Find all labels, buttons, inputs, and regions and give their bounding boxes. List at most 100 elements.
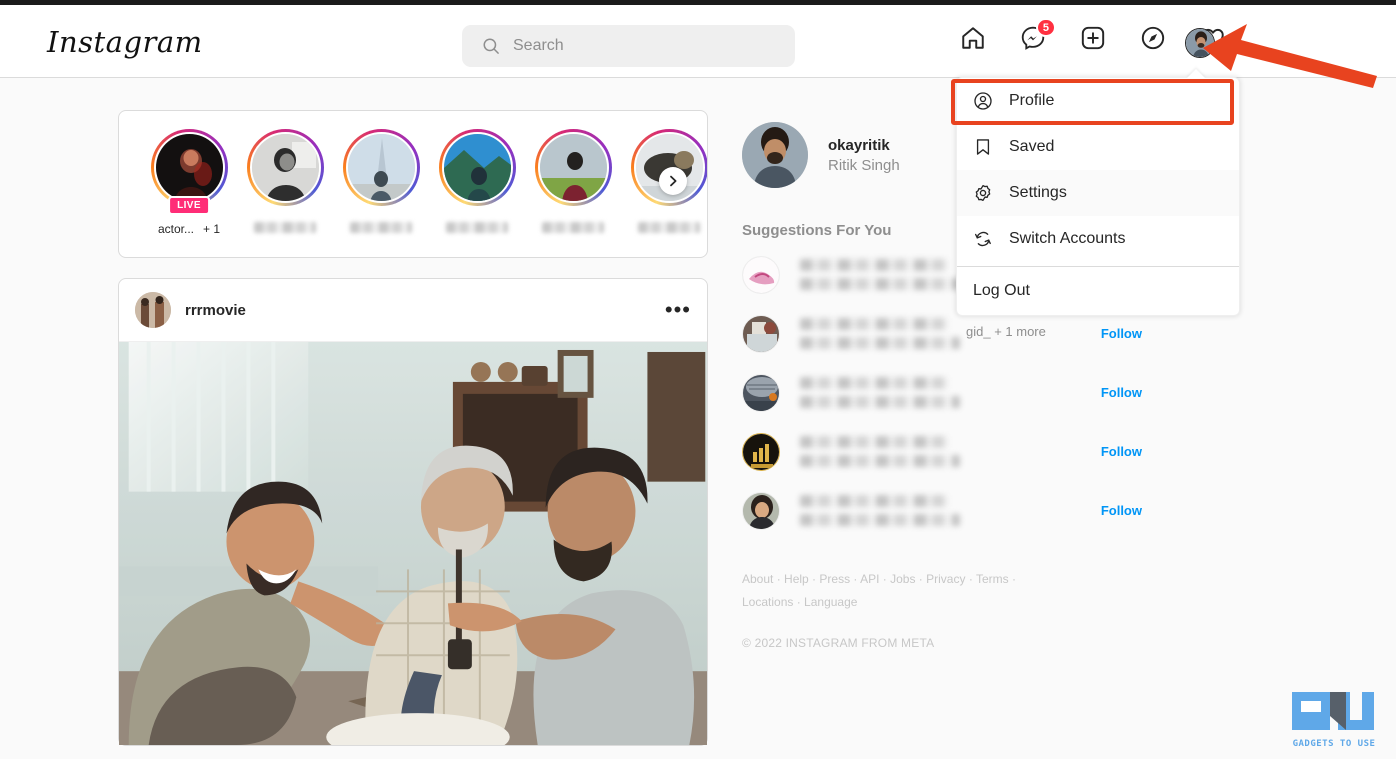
story-ring: LIVE xyxy=(150,129,228,215)
suggestion-avatar[interactable] xyxy=(742,255,780,294)
menu-item-switch-accounts[interactable]: Switch Accounts xyxy=(957,216,1239,262)
suggestion-subtitle-blurred xyxy=(800,396,960,408)
menu-item-settings-label: Settings xyxy=(1009,184,1067,201)
story-thumbnail xyxy=(441,132,513,203)
story-ring xyxy=(438,129,516,206)
story-item[interactable]: LIVE actor... + 1 xyxy=(141,129,237,236)
stories-next-button[interactable] xyxy=(659,167,687,195)
current-user-text: okayritik Ritik Singh xyxy=(828,137,900,174)
suggestion-username-blurred xyxy=(800,495,948,507)
menu-item-logout-label: Log Out xyxy=(973,282,1030,299)
post-image[interactable] xyxy=(119,341,707,745)
menu-item-logout[interactable]: Log Out xyxy=(957,267,1239,315)
footer-link-api[interactable]: API xyxy=(860,572,879,586)
watermark: GADGETS TO USE xyxy=(1288,690,1380,749)
live-badge: LIVE xyxy=(168,196,210,215)
profile-dropdown-menu: Profile Saved Settings Switch Accounts L… xyxy=(956,69,1240,316)
suggestion-avatar[interactable] xyxy=(742,432,780,471)
gear-icon xyxy=(975,185,991,201)
footer-link-terms[interactable]: Terms xyxy=(976,572,1009,586)
story-label-blurred xyxy=(446,222,508,233)
footer-link-locations[interactable]: Locations xyxy=(742,595,793,609)
menu-item-profile-label: Profile xyxy=(1009,92,1055,109)
post-author-avatar[interactable] xyxy=(135,292,171,328)
story-thumbnail xyxy=(345,132,417,203)
gadgets-to-use-logo-icon xyxy=(1292,692,1374,730)
footer-link-jobs[interactable]: Jobs xyxy=(890,572,915,586)
story-label-blurred xyxy=(542,222,604,233)
follow-button[interactable]: Follow xyxy=(1101,503,1142,518)
follow-button[interactable]: Follow xyxy=(1101,444,1142,459)
search-input[interactable]: Search xyxy=(462,25,795,67)
story-label-blurred xyxy=(638,222,700,233)
instagram-logo[interactable]: Instagram xyxy=(47,25,203,59)
story-item[interactable] xyxy=(429,129,525,233)
suggestion-meta xyxy=(800,436,1101,467)
story-item[interactable] xyxy=(525,129,621,233)
follow-button[interactable]: Follow xyxy=(1101,385,1142,400)
menu-item-saved[interactable]: Saved xyxy=(957,124,1239,170)
current-user-avatar[interactable] xyxy=(742,122,808,188)
home-icon[interactable] xyxy=(960,25,986,51)
suggestion-avatar[interactable] xyxy=(742,314,780,353)
story-label-blurred xyxy=(254,222,316,233)
suggestion-subtitle-blurred xyxy=(800,514,960,526)
suggestion-row: Follow xyxy=(742,422,1162,481)
suggestion-username-blurred xyxy=(800,377,948,389)
story-thumbnail xyxy=(153,132,225,203)
post-options-button[interactable]: ••• xyxy=(665,299,691,321)
suggestion-meta: gid_ + 1 more xyxy=(800,318,1101,349)
footer-link-about[interactable]: About xyxy=(742,572,773,586)
footer-link-help[interactable]: Help xyxy=(784,572,809,586)
suggestion-subtitle-blurred xyxy=(800,337,960,349)
search-placeholder: Search xyxy=(513,37,564,54)
instagram-web-page: Instagram Search 5 Profile Saved Setting… xyxy=(0,0,1396,759)
bookmark-icon xyxy=(976,139,990,155)
compass-icon[interactable] xyxy=(1140,25,1166,51)
story-label-blurred xyxy=(350,222,412,233)
suggestion-extra: gid_ + 1 more xyxy=(966,324,1046,339)
suggestion-subtitle-blurred xyxy=(800,455,960,467)
story-ring xyxy=(246,129,324,206)
suggestion-meta xyxy=(800,377,1101,408)
person-circle-icon xyxy=(974,92,992,110)
post-header: rrrmovie ••• xyxy=(119,279,707,341)
messenger-icon[interactable]: 5 xyxy=(1020,18,1056,51)
annotation-arrow xyxy=(1203,24,1377,88)
post-author-username[interactable]: rrrmovie xyxy=(185,302,246,319)
story-thumbnail xyxy=(249,132,321,203)
suggestion-username-blurred xyxy=(800,259,948,271)
search-icon xyxy=(483,38,499,54)
chevron-right-icon xyxy=(670,175,677,187)
story-thumbnail xyxy=(537,132,609,203)
suggestion-username-blurred xyxy=(800,436,948,448)
story-ring xyxy=(342,129,420,206)
current-fullname: Ritik Singh xyxy=(828,156,900,174)
suggestion-row: Follow xyxy=(742,363,1162,422)
top-navigation-bar: Instagram Search 5 xyxy=(0,5,1396,78)
plus-square-icon[interactable] xyxy=(1080,25,1106,51)
menu-item-settings[interactable]: Settings xyxy=(957,170,1239,216)
footer-links: About · Help · Press · API · Jobs · Priv… xyxy=(742,572,1016,609)
footer-link-privacy[interactable]: Privacy xyxy=(926,572,965,586)
story-extra-count: + 1 xyxy=(203,222,221,236)
footer-link-language[interactable]: Language xyxy=(804,595,857,609)
footer-link-press[interactable]: Press xyxy=(819,572,850,586)
story-item[interactable] xyxy=(237,129,333,233)
suggestion-avatar[interactable] xyxy=(742,491,780,530)
current-username[interactable]: okayritik xyxy=(828,137,900,154)
watermark-text: GADGETS TO USE xyxy=(1292,739,1376,749)
menu-item-saved-label: Saved xyxy=(1009,138,1055,155)
suggestion-username-blurred xyxy=(800,318,948,330)
suggestion-meta xyxy=(800,495,1101,526)
follow-button[interactable]: Follow xyxy=(1101,326,1142,341)
feed-post: rrrmovie ••• xyxy=(118,278,708,746)
story-label: actor... xyxy=(157,222,194,236)
switch-arrows-icon xyxy=(975,231,991,247)
story-item[interactable] xyxy=(333,129,429,233)
suggestion-avatar[interactable] xyxy=(742,373,780,412)
sidebar-footer: About · Help · Press · API · Jobs · Priv… xyxy=(742,568,1062,650)
main-feed-column: LIVE actor... + 1 rrrmovie ••• xyxy=(118,110,708,746)
suggestion-row: Follow xyxy=(742,481,1162,540)
messenger-badge: 5 xyxy=(1035,18,1056,37)
